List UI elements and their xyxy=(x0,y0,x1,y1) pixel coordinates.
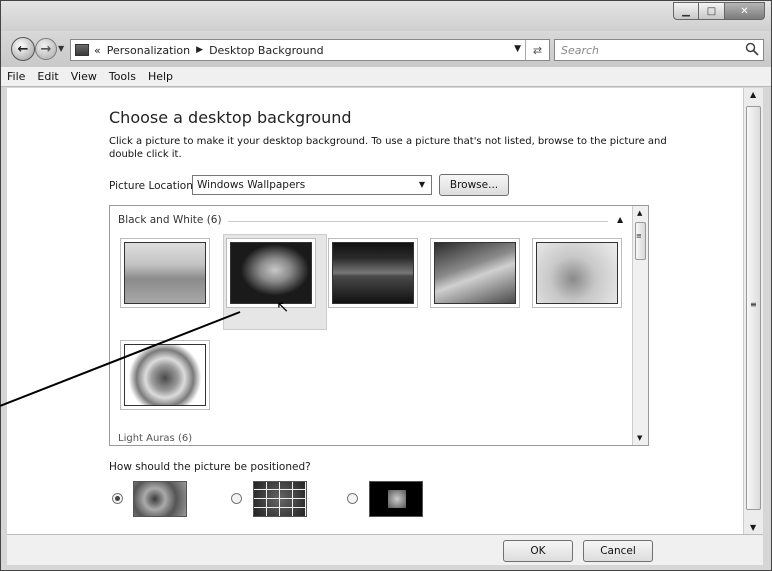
footer-bar: OK Cancel xyxy=(7,534,763,565)
navigation-bar: ← → ▼ « Personalization ▶ Desktop Backgr… xyxy=(1,31,771,67)
thumbnail-city-night[interactable] xyxy=(328,238,418,308)
content-pane: Choose a desktop background Click a pict… xyxy=(7,88,743,534)
page-title: Choose a desktop background xyxy=(109,108,352,127)
position-tile-radio[interactable] xyxy=(231,493,242,504)
position-fill-radio[interactable] xyxy=(112,493,123,504)
grip-icon: ≡ xyxy=(750,300,757,309)
position-tile-preview[interactable] xyxy=(253,481,307,517)
menu-file[interactable]: File xyxy=(7,70,25,83)
back-icon: ← xyxy=(17,41,29,57)
position-center-preview[interactable] xyxy=(369,481,423,517)
position-fill-preview[interactable] xyxy=(133,481,187,517)
gallery-scrollbar[interactable]: ▲ ≡ ▼ xyxy=(632,206,648,445)
scrollbar-thumb[interactable] xyxy=(635,222,646,260)
address-dropdown-icon[interactable]: ▼ xyxy=(514,44,521,54)
search-placeholder: Search xyxy=(561,43,600,57)
cancel-button[interactable]: Cancel xyxy=(583,540,653,562)
scroll-down-icon[interactable]: ▼ xyxy=(637,434,642,442)
next-group-title[interactable]: Light Auras (6) xyxy=(118,433,192,444)
menu-view[interactable]: View xyxy=(71,70,97,83)
page-scrollbar[interactable]: ▲ ≡ ▼ xyxy=(743,88,763,534)
search-icon[interactable] xyxy=(745,42,759,56)
back-button[interactable]: ← xyxy=(11,37,35,61)
page-description: Click a picture to make it your desktop … xyxy=(109,136,667,160)
thumbnail-wheel[interactable] xyxy=(120,340,210,410)
breadcrumb-overflow[interactable]: « xyxy=(94,44,101,57)
breadcrumb-separator-icon[interactable]: ▶ xyxy=(196,45,203,55)
recent-pages-dropdown[interactable]: ▼ xyxy=(58,44,64,53)
ok-button[interactable]: OK xyxy=(503,540,573,562)
refresh-icon: ⇄ xyxy=(532,43,543,57)
caption-buttons: ▁ □ ✕ xyxy=(673,2,765,20)
picture-location-value: Windows Wallpapers xyxy=(197,179,306,191)
minimize-button[interactable]: ▁ xyxy=(673,2,699,20)
breadcrumb-desktop-background[interactable]: Desktop Background xyxy=(209,44,324,57)
center-preview-image xyxy=(388,490,406,508)
thumbnail-leaves[interactable] xyxy=(226,238,316,308)
thumbnail-lake-rocks[interactable] xyxy=(430,238,520,308)
picture-location-label: Picture Location xyxy=(109,180,193,192)
breadcrumb-personalization[interactable]: Personalization xyxy=(107,44,190,57)
thumbnail-image xyxy=(434,242,516,304)
scroll-up-icon[interactable]: ▲ xyxy=(637,209,642,217)
title-bar: ▁ □ ✕ xyxy=(1,1,771,31)
address-bar[interactable]: « Personalization ▶ Desktop Background ▼… xyxy=(70,39,550,61)
group-divider xyxy=(228,221,608,222)
menu-edit[interactable]: Edit xyxy=(37,70,58,83)
picture-location-select[interactable]: Windows Wallpapers ▼ xyxy=(192,175,432,195)
refresh-button[interactable]: ⇄ xyxy=(525,40,549,60)
menu-bar: File Edit View Tools Help xyxy=(1,67,771,87)
menu-help[interactable]: Help xyxy=(148,70,173,83)
close-button[interactable]: ✕ xyxy=(725,2,765,20)
cursor-icon: ↖ xyxy=(276,297,290,316)
thumbnail-image xyxy=(230,242,312,304)
thumbnail-flower-closeup[interactable] xyxy=(532,238,622,308)
thumbnail-image xyxy=(332,242,414,304)
folder-icon xyxy=(75,44,89,56)
grip-icon: ≡ xyxy=(636,232,642,240)
thumbnail-image xyxy=(124,344,206,406)
position-center-radio[interactable] xyxy=(347,493,358,504)
forward-button[interactable]: → xyxy=(35,38,57,60)
thumbnail-image xyxy=(536,242,618,304)
scroll-down-icon[interactable]: ▼ xyxy=(750,523,756,532)
group-title[interactable]: Black and White (6) xyxy=(118,214,226,226)
collapse-group-icon[interactable]: ▲ xyxy=(617,215,623,224)
forward-icon: → xyxy=(40,41,52,57)
explorer-window: ▁ □ ✕ ← → ▼ « Personalization ▶ Desktop … xyxy=(0,0,772,571)
scroll-up-icon[interactable]: ▲ xyxy=(750,90,756,99)
maximize-button[interactable]: □ xyxy=(699,2,725,20)
chevron-down-icon: ▼ xyxy=(418,180,425,189)
search-input[interactable]: Search xyxy=(554,39,764,61)
wallpaper-gallery: Black and White (6) ▲ ↖ Light Auras (6) … xyxy=(109,205,649,446)
thumbnail-image xyxy=(124,242,206,304)
menu-tools[interactable]: Tools xyxy=(109,70,136,83)
thumbnail-train-interior[interactable] xyxy=(120,238,210,308)
browse-button[interactable]: Browse... xyxy=(439,174,509,196)
position-question: How should the picture be positioned? xyxy=(109,461,311,473)
